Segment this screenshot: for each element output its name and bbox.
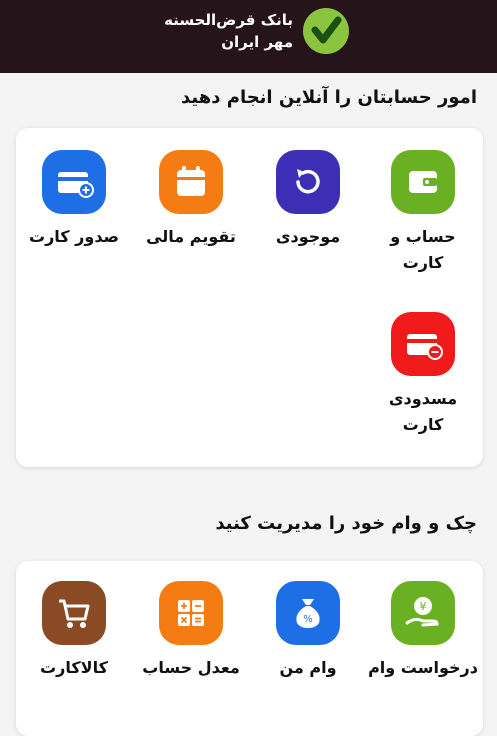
calculator-icon — [159, 581, 223, 645]
svg-text:¥: ¥ — [420, 600, 427, 613]
refresh-icon — [276, 150, 340, 214]
tile-label: موجودی — [275, 227, 341, 246]
tile-block-card[interactable]: مسدودی کارت — [368, 312, 478, 438]
tile-label: کالاکارت — [40, 658, 108, 677]
check-logo-icon — [303, 8, 349, 54]
tile-financial-calendar[interactable]: تقویم مالی — [136, 150, 246, 250]
loans-card: ¥ درخواست وام % وام من معدل حساب کالاکار… — [16, 561, 483, 736]
tile-label: وام من — [279, 658, 337, 677]
card-block-icon — [391, 312, 455, 376]
loan-request-icon: ¥ — [391, 581, 455, 645]
tile-loan-request[interactable]: ¥ درخواست وام — [368, 581, 478, 681]
tile-issue-card[interactable]: صدور کارت — [19, 150, 129, 250]
money-bag-icon: % — [276, 581, 340, 645]
calendar-icon — [159, 150, 223, 214]
cart-icon — [42, 581, 106, 645]
app-header: بانک قرض‌الحسنه مهر ایران — [0, 0, 497, 73]
svg-text:%: % — [303, 614, 313, 625]
tile-account-and-card[interactable]: حساب و کارت — [368, 150, 478, 276]
tile-label: درخواست وام — [368, 658, 478, 677]
bank-logo: بانک قرض‌الحسنه مهر ایران — [164, 8, 349, 54]
tile-my-loan[interactable]: % وام من — [253, 581, 363, 681]
card-add-icon — [42, 150, 106, 214]
tile-label: مسدودی کارت — [388, 389, 458, 434]
tile-goods-card[interactable]: کالاکارت — [19, 581, 129, 681]
tile-label: معدل حساب — [142, 658, 240, 677]
tile-label: حساب و کارت — [390, 227, 456, 272]
tile-label: صدور کارت — [28, 227, 120, 246]
accounts-card: حساب و کارت موجودی تقویم مالی صدور کارت … — [16, 128, 483, 467]
bank-name-line2: مهر ایران — [221, 33, 293, 51]
section-title-cheques-loans: چک و وام خود را مدیریت کنید — [215, 513, 477, 534]
tile-account-average[interactable]: معدل حساب — [136, 581, 246, 681]
section-title-accounts: امور حسابتان را آنلاین انجام دهید — [181, 87, 477, 108]
bank-name-line1: بانک قرض‌الحسنه — [164, 11, 293, 29]
wallet-icon — [391, 150, 455, 214]
tile-label: تقویم مالی — [146, 227, 236, 246]
tile-balance[interactable]: موجودی — [253, 150, 363, 250]
